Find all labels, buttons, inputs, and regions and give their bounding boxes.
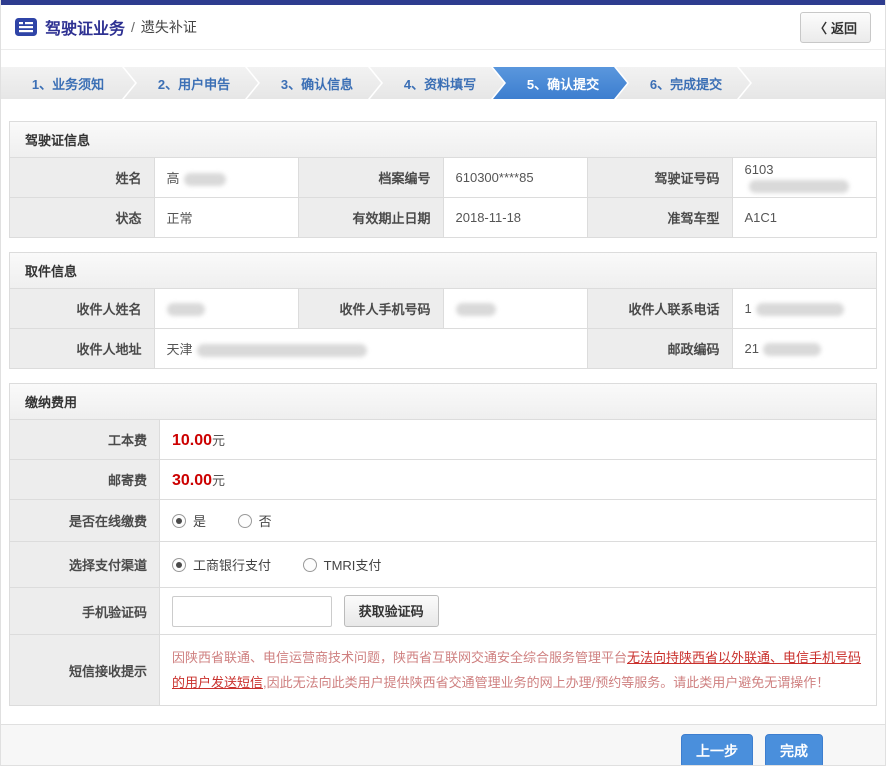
form-list-icon bbox=[15, 18, 37, 36]
postcode-label: 邮政编码 bbox=[588, 329, 733, 369]
step-3-confirm-info[interactable]: 3、确认信息 bbox=[247, 67, 381, 99]
section-pickup-info: 取件信息 收件人姓名 收件人手机号码 收件人联系电话 1 收件人地址 天津 邮政… bbox=[9, 252, 877, 369]
production-fee-value: 10.00元 bbox=[160, 420, 877, 460]
step-2-user-declaration[interactable]: 2、用户申告 bbox=[124, 67, 258, 99]
expiry-value: 2018-11-18 bbox=[443, 198, 588, 238]
step-1-business-notice[interactable]: 1、业务须知 bbox=[1, 67, 135, 99]
recipient-address-value: 天津 bbox=[154, 329, 588, 369]
sms-tip-cell: 因陕西省联通、电信运营商技术问题，陕西省互联网交通安全综合服务管理平台无法向持陕… bbox=[160, 635, 877, 706]
expiry-label: 有效期止日期 bbox=[299, 198, 444, 238]
step-wizard-filler bbox=[739, 67, 885, 99]
redaction-blur bbox=[456, 303, 496, 316]
file-no-label: 档案编号 bbox=[299, 158, 444, 198]
pickup-info-table: 收件人姓名 收件人手机号码 收件人联系电话 1 收件人地址 天津 邮政编码 21 bbox=[9, 288, 877, 369]
status-label: 状态 bbox=[10, 198, 155, 238]
radio-channel-tmri[interactable] bbox=[303, 558, 317, 572]
step-wizard: 1、业务须知 2、用户申告 3、确认信息 4、资料填写 5、确认提交 6、完成提… bbox=[1, 67, 885, 99]
vehicle-class-label: 准驾车型 bbox=[588, 198, 733, 238]
back-button[interactable]: 〈返回 bbox=[800, 12, 871, 43]
page-header: 驾驶证业务 / 遗失补证 〈返回 bbox=[1, 5, 885, 50]
table-row: 收件人地址 天津 邮政编码 21 bbox=[10, 329, 877, 369]
recipient-name-value bbox=[154, 289, 299, 329]
recipient-mobile-label: 收件人手机号码 bbox=[299, 289, 444, 329]
online-payment-label: 是否在线缴费 bbox=[10, 500, 160, 542]
radio-online-yes-label[interactable]: 是 bbox=[193, 514, 206, 529]
footer-action-bar: 上一步 完成 bbox=[1, 724, 885, 766]
redaction-blur bbox=[184, 173, 226, 186]
fee-unit: 元 bbox=[212, 473, 225, 488]
page-title: 驾驶证业务 bbox=[45, 15, 125, 39]
online-payment-options: 是 否 bbox=[160, 500, 877, 542]
payment-channel-label: 选择支付渠道 bbox=[10, 542, 160, 588]
section-license-info: 驾驶证信息 姓名 高 档案编号 610300****85 驾驶证号码 6103 … bbox=[9, 121, 877, 238]
get-code-button[interactable]: 获取验证码 bbox=[344, 595, 439, 627]
fee-unit: 元 bbox=[212, 433, 225, 448]
redaction-blur bbox=[756, 303, 844, 316]
table-row: 收件人姓名 收件人手机号码 收件人联系电话 1 bbox=[10, 289, 877, 329]
step-4-fill-data[interactable]: 4、资料填写 bbox=[370, 67, 504, 99]
section-pickup-info-title: 取件信息 bbox=[9, 252, 877, 288]
recipient-phone-value: 1 bbox=[732, 289, 877, 329]
radio-online-no[interactable] bbox=[238, 514, 252, 528]
radio-channel-tmri-label[interactable]: TMRI支付 bbox=[324, 558, 382, 573]
breadcrumb-current: 遗失补证 bbox=[141, 17, 197, 37]
table-row: 是否在线缴费 是 否 bbox=[10, 500, 877, 542]
payment-channel-options: 工商银行支付 TMRI支付 bbox=[160, 542, 877, 588]
sms-code-cell: 获取验证码 bbox=[160, 588, 877, 635]
table-row: 手机验证码 获取验证码 bbox=[10, 588, 877, 635]
previous-step-button[interactable]: 上一步 bbox=[681, 734, 753, 766]
radio-channel-icbc-label[interactable]: 工商银行支付 bbox=[193, 558, 271, 573]
production-fee-amount: 10.00 bbox=[172, 432, 212, 449]
section-payment-title: 缴纳费用 bbox=[9, 383, 877, 419]
table-row: 姓名 高 档案编号 610300****85 驾驶证号码 6103 bbox=[10, 158, 877, 198]
status-value: 正常 bbox=[154, 198, 299, 238]
redaction-blur bbox=[749, 180, 849, 193]
back-button-label: 返回 bbox=[831, 21, 857, 36]
redaction-blur bbox=[763, 343, 821, 356]
sms-tip-label: 短信接收提示 bbox=[10, 635, 160, 706]
recipient-phone-label: 收件人联系电话 bbox=[588, 289, 733, 329]
name-value: 高 bbox=[154, 158, 299, 198]
redaction-blur bbox=[197, 344, 367, 357]
production-fee-label: 工本费 bbox=[10, 420, 160, 460]
postcode-value: 21 bbox=[732, 329, 877, 369]
recipient-name-label: 收件人姓名 bbox=[10, 289, 155, 329]
back-chevron-icon: 〈 bbox=[814, 21, 827, 36]
postage-fee-value: 30.00元 bbox=[160, 460, 877, 500]
recipient-address-label: 收件人地址 bbox=[10, 329, 155, 369]
license-info-table: 姓名 高 档案编号 610300****85 驾驶证号码 6103 状态 正常 … bbox=[9, 157, 877, 238]
name-label: 姓名 bbox=[10, 158, 155, 198]
step-5-confirm-submit[interactable]: 5、确认提交 bbox=[493, 67, 627, 99]
step-6-complete-submit[interactable]: 6、完成提交 bbox=[616, 67, 750, 99]
page: 驾驶证业务 / 遗失补证 〈返回 1、业务须知 2、用户申告 3、确认信息 4、… bbox=[0, 0, 886, 766]
table-row: 选择支付渠道 工商银行支付 TMRI支付 bbox=[10, 542, 877, 588]
redaction-blur bbox=[167, 303, 205, 316]
license-no-label: 驾驶证号码 bbox=[588, 158, 733, 198]
vehicle-class-value: A1C1 bbox=[732, 198, 877, 238]
table-row: 邮寄费 30.00元 bbox=[10, 460, 877, 500]
section-license-info-title: 驾驶证信息 bbox=[9, 121, 877, 157]
table-row: 状态 正常 有效期止日期 2018-11-18 准驾车型 A1C1 bbox=[10, 198, 877, 238]
license-no-value: 6103 bbox=[732, 158, 877, 198]
sms-tip-text: 因陕西省联通、电信运营商技术问题，陕西省互联网交通安全综合服务管理平台无法向持陕… bbox=[172, 639, 864, 701]
section-payment: 缴纳费用 工本费 10.00元 邮寄费 30.00元 是否在线缴费 是 否 选择… bbox=[9, 383, 877, 706]
radio-channel-icbc[interactable] bbox=[172, 558, 186, 572]
recipient-mobile-value bbox=[443, 289, 588, 329]
payment-table: 工本费 10.00元 邮寄费 30.00元 是否在线缴费 是 否 选择支付渠道 … bbox=[9, 419, 877, 706]
file-no-value: 610300****85 bbox=[443, 158, 588, 198]
sms-code-input[interactable] bbox=[172, 596, 332, 627]
finish-button[interactable]: 完成 bbox=[765, 734, 823, 766]
radio-online-no-label[interactable]: 否 bbox=[259, 514, 272, 529]
sms-code-label: 手机验证码 bbox=[10, 588, 160, 635]
radio-online-yes[interactable] bbox=[172, 514, 186, 528]
postage-fee-amount: 30.00 bbox=[172, 472, 212, 489]
table-row: 短信接收提示 因陕西省联通、电信运营商技术问题，陕西省互联网交通安全综合服务管理… bbox=[10, 635, 877, 706]
table-row: 工本费 10.00元 bbox=[10, 420, 877, 460]
breadcrumb-separator: / bbox=[131, 19, 135, 35]
postage-fee-label: 邮寄费 bbox=[10, 460, 160, 500]
